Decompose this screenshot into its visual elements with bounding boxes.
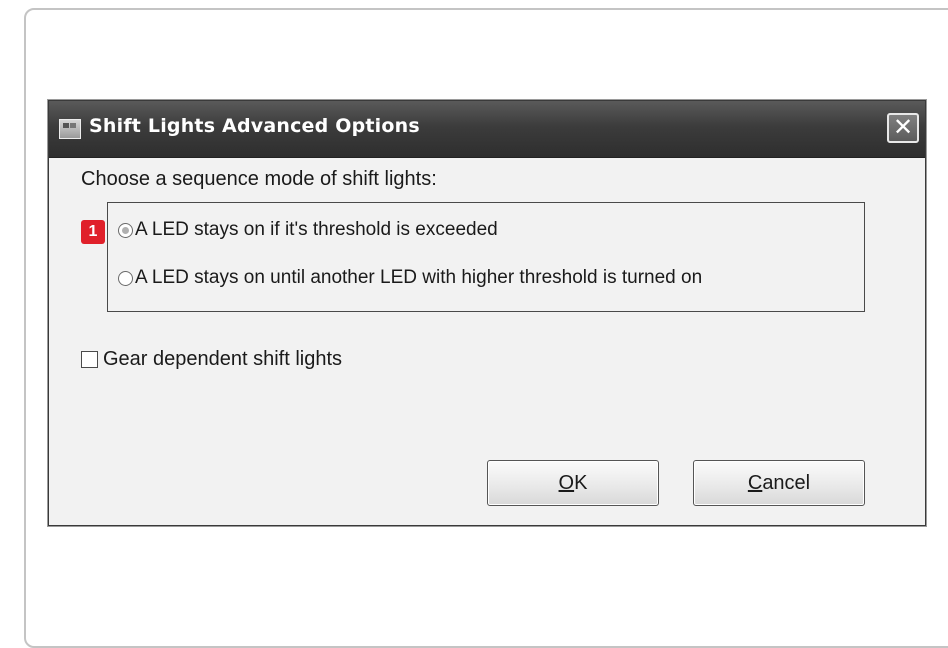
app-icon: [59, 119, 81, 139]
dialog-content: Choose a sequence mode of shift lights: …: [49, 158, 925, 525]
close-icon: ✕: [892, 113, 914, 141]
gear-dependent-label: Gear dependent shift lights: [103, 348, 343, 370]
radio-button[interactable]: [118, 270, 133, 286]
annotation-badge: 1: [81, 220, 105, 244]
sequence-mode-group: A LED stays on if it's threshold is exce…: [107, 202, 865, 312]
sequence-prompt-label: Choose a sequence mode of shift lights:: [81, 168, 437, 190]
gear-dependent-checkbox-row[interactable]: Gear dependent shift lights: [81, 348, 342, 371]
ok-mnemonic: O: [558, 472, 575, 494]
cancel-button[interactable]: Cancel: [693, 460, 865, 506]
radio-button-checked[interactable]: [118, 222, 133, 238]
shift-lights-dialog: Shift Lights Advanced Options ✕ Choose a…: [48, 100, 926, 526]
cancel-mnemonic: C: [747, 472, 763, 494]
title-bar[interactable]: Shift Lights Advanced Options ✕: [49, 101, 925, 158]
gear-dependent-checkbox[interactable]: [81, 351, 98, 368]
radio-option-threshold-exceeded[interactable]: A LED stays on if it's threshold is exce…: [118, 219, 498, 241]
cancel-label-rest: ancel: [762, 472, 811, 494]
radio-option-until-higher-led[interactable]: A LED stays on until another LED with hi…: [118, 267, 702, 289]
dialog-title: Shift Lights Advanced Options: [89, 115, 420, 137]
radio-option-label: A LED stays on until another LED with hi…: [135, 267, 703, 288]
ok-button[interactable]: OK: [487, 460, 659, 506]
ok-label-rest: K: [574, 472, 588, 494]
radio-option-label: A LED stays on if it's threshold is exce…: [135, 219, 498, 240]
close-button[interactable]: ✕: [887, 113, 919, 143]
